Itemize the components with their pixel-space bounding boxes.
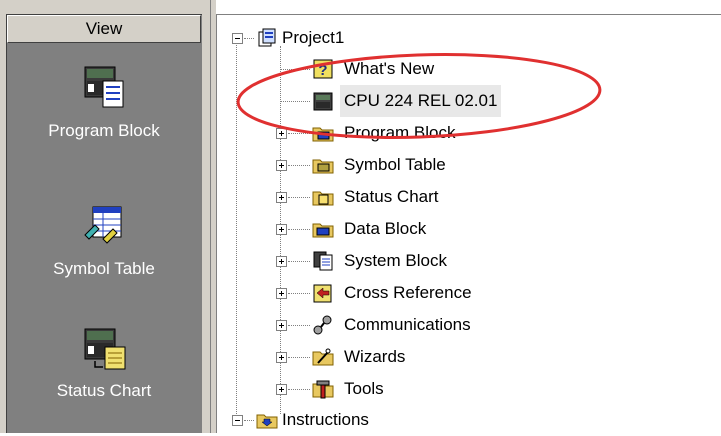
svg-text:?: ? [318,62,327,79]
tree-item-label: What's New [344,59,435,78]
symbol-folder-icon [312,159,334,174]
tree-item-cross-reference[interactable]: Cross Reference [276,277,516,309]
tree-item-whats-new[interactable]: ? What's New [276,53,496,85]
collapse-icon[interactable] [232,415,243,426]
view-bar-label: Status Chart [56,381,152,400]
program-folder-icon [312,127,334,142]
project-icon [258,28,276,47]
view-bar-label: Program Block [48,121,160,140]
expand-icon[interactable] [276,320,287,331]
expand-icon[interactable] [276,160,287,171]
status-chart-icon [84,328,126,370]
communications-icon [313,315,332,335]
tools-icon [312,380,334,399]
tree-item-label: Cross Reference [344,283,472,302]
tree-item-label: Symbol Table [344,155,446,174]
tree-item-tools[interactable]: Tools [276,373,516,405]
symbol-table-icon [84,206,122,244]
tree-item-wizards[interactable]: Wizards [276,341,516,373]
tree-item-label: CPU 224 REL 02.01 [340,85,502,117]
tree-item-label: Project1 [282,28,345,47]
tree-item-status-chart[interactable]: Status Chart [276,181,516,213]
tree-item-label: System Block [344,251,447,270]
cross-reference-icon [313,284,332,303]
help-icon: ? [313,59,333,79]
tree-item-system-block[interactable]: System Block [276,245,516,277]
tree-item-project1[interactable]: Project1 [230,22,430,54]
view-bar-item-status-chart[interactable]: Status Chart [7,325,201,433]
tree-item-label: Status Chart [344,187,439,206]
tree-item-instructions[interactable]: Instructions [230,404,450,436]
view-bar-label: Symbol Table [53,259,155,278]
expand-icon[interactable] [276,352,287,363]
view-bar: View Program Block Symbol Table Status C… [0,0,210,433]
status-folder-icon [312,191,334,206]
view-bar-item-program-block[interactable]: Program Block [7,63,201,203]
expand-icon[interactable] [276,128,287,139]
tree-item-label: Tools [344,379,384,398]
tree-item-label: Data Block [344,219,427,238]
data-block-icon [312,223,334,238]
tree-item-cpu[interactable]: CPU 224 REL 02.01 [276,85,556,117]
expand-icon[interactable] [276,288,287,299]
view-bar-header[interactable]: View [7,15,201,43]
tree-item-label: Program Block [344,123,456,142]
tree-item-communications[interactable]: Communications [276,309,516,341]
collapse-icon[interactable] [232,33,243,44]
expand-icon[interactable] [276,224,287,235]
tree-item-symbol-table[interactable]: Symbol Table [276,149,516,181]
expand-icon[interactable] [276,384,287,395]
expand-icon[interactable] [276,192,287,203]
system-block-icon [313,251,333,271]
tree-item-data-block[interactable]: Data Block [276,213,516,245]
tree-item-label: Instructions [282,410,369,429]
view-bar-item-symbol-table[interactable]: Symbol Table [7,203,201,313]
program-block-icon [84,66,124,108]
instructions-icon [256,414,278,429]
wizards-icon [312,348,334,366]
expand-icon[interactable] [276,256,287,267]
tree-item-label: Communications [344,315,471,334]
tree-item-program-block[interactable]: Program Block [276,117,516,149]
tree-item-label: Wizards [344,347,406,366]
cpu-icon [313,92,333,111]
view-bar-panel: View Program Block Symbol Table Status C… [6,14,202,433]
